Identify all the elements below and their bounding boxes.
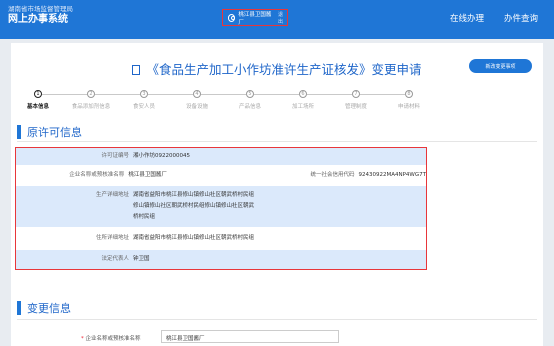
row-production-address: 生产详细地址 湖南省益阳市桃江县修山镇修山社区朝武桥村民组 修山镇修山社区朝武桥… <box>16 186 426 227</box>
step-connector <box>148 94 193 95</box>
step-label-site[interactable]: 加工场所 <box>292 102 314 110</box>
nav-query[interactable]: 办件查询 <box>504 12 538 24</box>
user-name: 桃江县卫国酱厂 <box>238 11 272 26</box>
step-connector <box>95 94 140 95</box>
user-icon <box>228 13 236 22</box>
org-name: 湖南省市场监督管理局 <box>8 5 73 13</box>
step-connector <box>201 94 246 95</box>
top-nav: 在线办理 办件查询 <box>450 12 538 24</box>
license-no-label: 许可证编号 <box>101 153 129 159</box>
step-label-product[interactable]: 产品信息 <box>239 102 261 110</box>
user-menu[interactable]: 桃江县卫国酱厂 退出 <box>222 9 288 26</box>
step-5[interactable]: 5 <box>246 90 254 98</box>
residence-address-label: 住所详细地址 <box>95 235 129 241</box>
row-license-no: 许可证编号 湘小作坊0922000045 <box>16 148 426 165</box>
step-1[interactable]: 1 <box>34 90 42 98</box>
license-no-value: 湘小作坊0922000045 <box>133 153 190 159</box>
row-residence-address: 住所详细地址 湖南省益阳市桃江县修山镇修山社区朝武桥村民组 <box>16 227 426 250</box>
document-icon <box>132 65 141 75</box>
step-3[interactable]: 3 <box>140 90 148 98</box>
step-label-equipment[interactable]: 设备设施 <box>186 102 208 110</box>
step-label-management[interactable]: 管理制度 <box>345 102 367 110</box>
section-original-title: 原许可信息 <box>27 126 82 139</box>
system-name: 网上办事系统 <box>8 14 68 25</box>
step-connector <box>360 94 405 95</box>
step-4[interactable]: 4 <box>193 90 201 98</box>
legal-rep-label: 法定代表人 <box>101 256 129 262</box>
brand[interactable]: 湖南省市场监督管理局 网上办事系统 <box>8 5 73 26</box>
row-legal-rep: 法定代表人 钟卫国 <box>16 250 426 269</box>
divider <box>17 319 537 320</box>
main-card: 《食品生产加工小作坊准许生产证核发》变更申请 新改变更事项 1 2 3 4 5 … <box>11 43 543 346</box>
production-address-label: 生产详细地址 <box>95 192 129 198</box>
company-value: 桃江县卫国酱厂 <box>128 172 167 178</box>
production-address-value: 湖南省益阳市桃江县修山镇修山社区朝武桥村民组 修山镇修山社区朝武桥村民组修山镇修… <box>133 192 255 220</box>
step-label-materials[interactable]: 申请材料 <box>398 102 420 110</box>
section-original-header: 原许可信息 <box>17 124 82 140</box>
section-bar <box>17 125 21 139</box>
logout-link[interactable]: 退出 <box>278 11 287 25</box>
divider <box>17 141 537 142</box>
residence-address-value: 湖南省益阳市桃江县修山镇修山社区朝武桥村民组 <box>133 235 255 241</box>
step-7[interactable]: 7 <box>352 90 360 98</box>
step-2[interactable]: 2 <box>87 90 95 98</box>
section-bar <box>17 301 21 315</box>
step-8[interactable]: 8 <box>405 90 413 98</box>
legal-rep-value: 钟卫国 <box>133 256 150 262</box>
step-progress: 1 2 3 4 5 6 7 8 基本信息 食品添加剂信息 食安人员 设备设施 产… <box>11 90 543 114</box>
credit-label: 统一社会信用代码 <box>310 172 355 178</box>
page-title: 《食品生产加工小作坊准许生产证核发》变更申请 <box>11 59 543 78</box>
credit-value: 92430922MA4NP4WG7T <box>358 172 427 178</box>
step-label-additive[interactable]: 食品添加剂信息 <box>72 102 111 110</box>
change-item-button[interactable]: 新改变更事项 <box>469 59 532 73</box>
step-connector <box>40 94 87 95</box>
step-label-safety[interactable]: 食安人员 <box>133 102 155 110</box>
company-name-input[interactable]: 桃江县卫国酱厂 <box>161 330 339 343</box>
step-connector <box>254 94 299 95</box>
nav-online-apply[interactable]: 在线办理 <box>450 12 484 24</box>
step-connector <box>307 94 352 95</box>
form-company-label: * 企业名称或预核准名称 <box>81 336 141 342</box>
section-change-header: 变更信息 <box>17 300 71 316</box>
row-company: 企业名称或预核准名称 桃江县卫国酱厂 统一社会信用代码 92430922MA4N… <box>16 165 426 186</box>
section-change-title: 变更信息 <box>27 302 71 315</box>
company-label: 企业名称或预核准名称 <box>69 172 125 178</box>
original-info-table: 许可证编号 湘小作坊0922000045 企业名称或预核准名称 桃江县卫国酱厂 … <box>15 147 427 270</box>
step-6[interactable]: 6 <box>299 90 307 98</box>
top-bar: 湖南省市场监督管理局 网上办事系统 桃江县卫国酱厂 退出 在线办理 办件查询 <box>0 0 554 39</box>
step-label-basic[interactable]: 基本信息 <box>27 102 49 110</box>
